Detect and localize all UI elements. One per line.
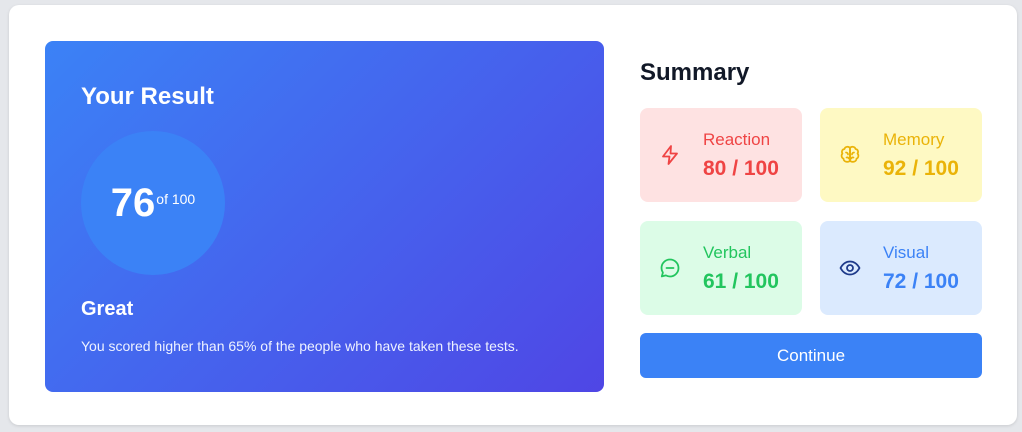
tile-label: Reaction bbox=[703, 130, 771, 149]
score-value: 76 bbox=[110, 181, 156, 225]
tile-label: Memory bbox=[883, 130, 945, 149]
chat-bubble-icon bbox=[658, 256, 682, 280]
summary-tile-memory: Memory 92 / 100 bbox=[820, 108, 982, 202]
result-rating: Great bbox=[81, 298, 134, 320]
brain-icon bbox=[838, 143, 862, 167]
eye-icon bbox=[838, 256, 862, 280]
tile-value: 92 / 100 bbox=[883, 157, 959, 180]
summary-title: Summary bbox=[640, 59, 750, 86]
summary-tile-verbal: Verbal 61 / 100 bbox=[640, 221, 802, 315]
tile-value: 61 / 100 bbox=[703, 270, 779, 293]
continue-button[interactable]: Continue bbox=[640, 333, 982, 378]
summary-tile-reaction: Reaction 80 / 100 bbox=[640, 108, 802, 202]
lightning-icon bbox=[658, 143, 682, 167]
tile-label: Visual bbox=[883, 243, 929, 262]
tile-value: 72 / 100 bbox=[883, 270, 959, 293]
result-panel: Your Result 76 of 100 Great You scored h… bbox=[45, 41, 604, 392]
result-description: You scored higher than 65% of the people… bbox=[81, 338, 519, 354]
score-suffix: of 100 bbox=[156, 191, 196, 207]
tile-label: Verbal bbox=[703, 243, 752, 262]
summary-tile-visual: Visual 72 / 100 bbox=[820, 221, 982, 315]
score-circle: 76 of 100 bbox=[81, 131, 225, 275]
result-title: Your Result bbox=[81, 83, 214, 110]
tile-value: 80 / 100 bbox=[703, 157, 779, 180]
results-card: Your Result 76 of 100 Great You scored h… bbox=[9, 5, 1017, 425]
